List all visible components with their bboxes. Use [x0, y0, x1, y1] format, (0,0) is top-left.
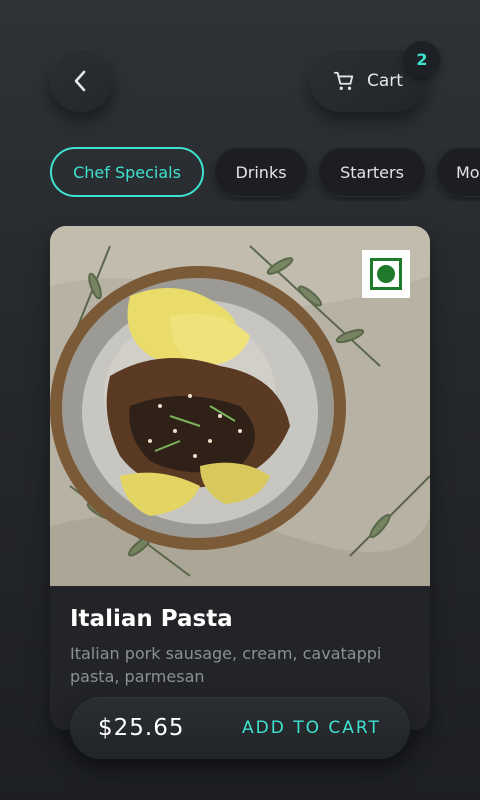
- cart-label: Cart: [367, 71, 403, 91]
- back-button[interactable]: [50, 50, 112, 112]
- add-to-cart-button[interactable]: ADD TO CART: [242, 718, 381, 738]
- tab-more[interactable]: Mo: [436, 147, 480, 197]
- tab-starters[interactable]: Starters: [318, 147, 426, 197]
- chevron-left-icon: [74, 70, 86, 92]
- dish-name: Italian Pasta: [70, 606, 233, 632]
- dish-card[interactable]: Italian Pasta Italian pork sausage, crea…: [50, 226, 430, 730]
- cart-count-badge: 2: [404, 41, 440, 77]
- tab-chef-specials[interactable]: Chef Specials: [50, 147, 204, 197]
- tab-drinks[interactable]: Drinks: [214, 147, 308, 197]
- price-bar: $25.65 ADD TO CART: [70, 697, 410, 759]
- category-tabs: Chef Specials Drinks Starters Mo: [50, 147, 480, 201]
- veg-indicator-icon: [362, 250, 410, 298]
- cart-icon: [333, 71, 354, 90]
- dish-description: Italian pork sausage, cream, cavatappi p…: [70, 644, 382, 686]
- dish-price: $25.65: [98, 715, 185, 741]
